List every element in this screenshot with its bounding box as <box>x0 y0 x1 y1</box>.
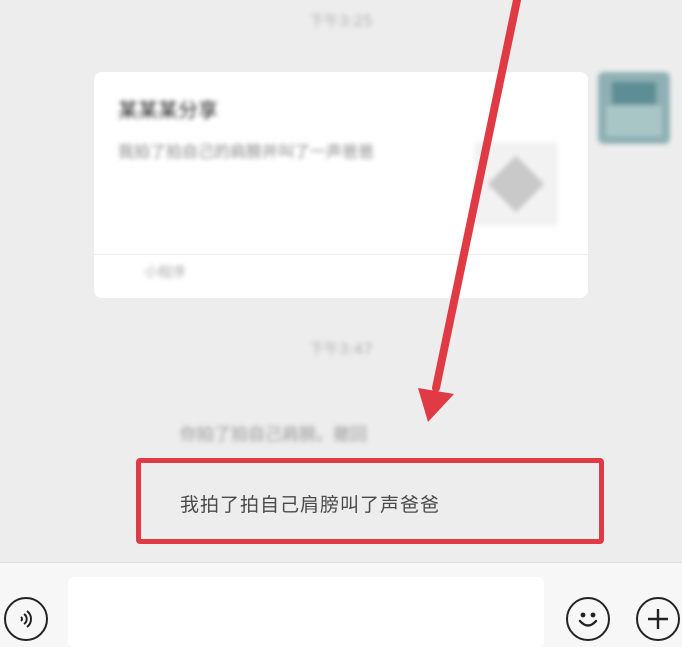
timestamp: 下午3:25 <box>309 12 373 30</box>
card-title: 某某某分享 <box>118 98 218 122</box>
card-source: 小程序 <box>144 265 186 281</box>
system-message: 你拍了拍自己肩膀。撤回 <box>180 425 367 445</box>
input-bar <box>0 562 682 647</box>
message-input[interactable] <box>68 577 544 647</box>
card-thumbnail <box>474 142 558 226</box>
pat-message: 我拍了拍自己肩膀叫了声爸爸 <box>180 494 441 516</box>
emoji-icon[interactable] <box>566 597 610 641</box>
voice-icon[interactable] <box>4 597 48 641</box>
card-divider <box>94 254 588 255</box>
shared-card-message[interactable]: 某某某分享 我拍了拍自己的肩膀并叫了一声爸爸 小程序 <box>94 72 588 298</box>
avatar[interactable] <box>598 72 670 144</box>
card-description: 我拍了拍自己的肩膀并叫了一声爸爸 <box>118 142 375 161</box>
plus-icon[interactable] <box>636 597 680 641</box>
timestamp: 下午3:47 <box>309 340 373 358</box>
